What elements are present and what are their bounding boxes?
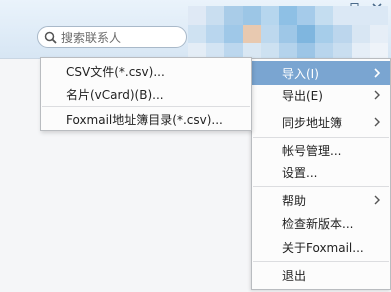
menu-item-account-management[interactable]: 帐号管理... [252,138,390,162]
contact-search-input[interactable]: 搜索联系人 [37,26,187,48]
menu-item-exit[interactable]: 退出 [252,263,390,287]
menu-item-help[interactable]: 帮助 [252,188,390,212]
chevron-right-icon [370,193,384,207]
submenu-item-label: Foxmail地址簿目录(*.csv)... [66,112,223,127]
menu-separator [253,261,389,262]
menu-item-label: 关于Foxmail... [282,240,364,255]
menu-separator [253,186,389,187]
menu-item-label: 设置... [282,165,318,180]
menu-separator [42,106,250,107]
search-icon [44,31,57,44]
submenu-item-csv[interactable]: CSV文件(*.csv)... [41,60,251,82]
submenu-item-foxmail-addressbook[interactable]: Foxmail地址簿目录(*.csv)... [41,108,251,130]
submenu-item-vcard[interactable]: 名片(vCard)(B)... [41,83,251,105]
menu-item-check-update[interactable]: 检查新版本... [252,211,390,235]
menu-item-label: 导出(E) [282,88,323,103]
search-placeholder: 搜索联系人 [61,30,122,45]
chevron-right-icon [370,66,384,80]
submenu-item-label: 名片(vCard)(B)... [66,87,164,102]
menu-item-about[interactable]: 关于Foxmail... [252,235,390,259]
pixelated-avatar [188,6,388,62]
menu-item-label: 帐号管理... [282,143,342,158]
menu-item-import[interactable]: 导入(I) [252,61,390,85]
chevron-right-icon [370,115,384,129]
submenu-item-label: CSV文件(*.csv)... [66,64,165,79]
menu-item-settings[interactable]: 设置... [252,160,390,184]
menu-item-sync-addressbook[interactable]: 同步地址簿 [252,110,390,134]
menu-item-label: 退出 [282,268,307,283]
import-submenu: CSV文件(*.csv)... 名片(vCard)(B)... Foxmail地… [40,57,252,131]
menu-item-export[interactable]: 导出(E) [252,83,390,107]
menu-item-label: 导入(I) [282,66,319,81]
menu-item-label: 帮助 [282,193,307,208]
chevron-right-icon [370,88,384,102]
menu-item-label: 同步地址簿 [282,115,343,130]
menu-item-label: 检查新版本... [282,216,354,231]
main-menu: 导入(I) 导出(E) 同步地址簿 帐号管理... 设置... 帮助 检查新版本… [251,58,391,290]
